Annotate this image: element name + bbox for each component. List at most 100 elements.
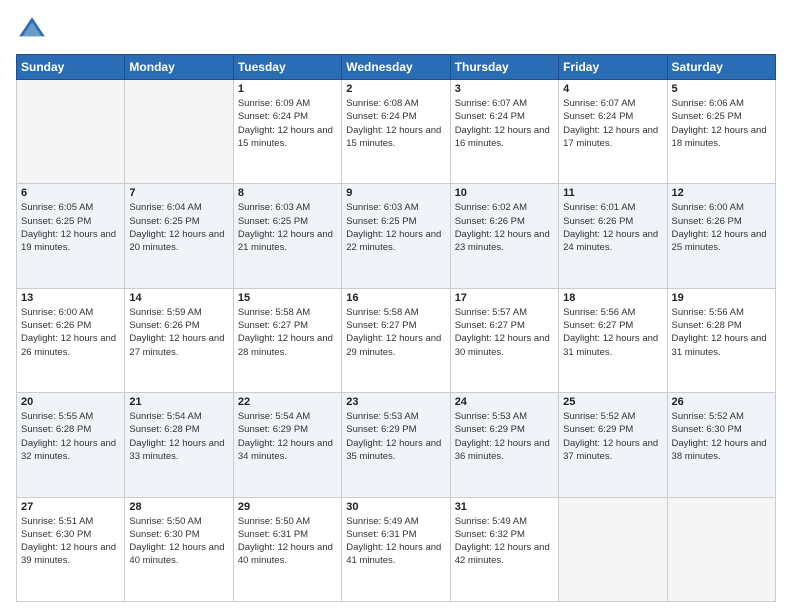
page: SundayMondayTuesdayWednesdayThursdayFrid… <box>0 0 792 612</box>
calendar-cell: 1 Sunrise: 6:09 AM Sunset: 6:24 PM Daylig… <box>233 80 341 184</box>
day-number: 20 <box>21 396 120 408</box>
day-number: 12 <box>672 187 771 199</box>
day-info: Sunrise: 5:50 AM Sunset: 6:30 PM Dayligh… <box>129 515 228 568</box>
calendar-cell: 6 Sunrise: 6:05 AM Sunset: 6:25 PM Daylig… <box>17 184 125 288</box>
day-number: 2 <box>346 83 445 95</box>
day-info: Sunrise: 5:54 AM Sunset: 6:29 PM Dayligh… <box>238 410 337 463</box>
calendar-cell: 2 Sunrise: 6:08 AM Sunset: 6:24 PM Daylig… <box>342 80 450 184</box>
day-info: Sunrise: 5:58 AM Sunset: 6:27 PM Dayligh… <box>346 306 445 359</box>
day-number: 8 <box>238 187 337 199</box>
header <box>16 10 776 46</box>
calendar-cell: 23Sunrise: 5:53 AM Sunset: 6:29 PM Dayli… <box>342 393 450 497</box>
day-info: Sunrise: 6:05 AM Sunset: 6:25 PM Dayligh… <box>21 201 120 254</box>
calendar-cell: 5 Sunrise: 6:06 AM Sunset: 6:25 PM Daylig… <box>667 80 775 184</box>
day-info: Sunrise: 5:52 AM Sunset: 6:30 PM Dayligh… <box>672 410 771 463</box>
day-number: 10 <box>455 187 554 199</box>
day-number: 21 <box>129 396 228 408</box>
calendar-week-4: 20 Sunrise: 5:55 AM Sunset: 6:28 PM Dayli… <box>17 393 776 497</box>
day-info: Sunrise: 6:00 AM Sunset: 6:26 PM Dayligh… <box>672 201 771 254</box>
day-info: Sunrise: 6:02 AM Sunset: 6:26 PM Dayligh… <box>455 201 554 254</box>
calendar-cell: 19 Sunrise: 5:56 AM Sunset: 6:28 PM Dayli… <box>667 288 775 392</box>
calendar-cell: 14 Sunrise: 5:59 AM Sunset: 6:26 PM Dayli… <box>125 288 233 392</box>
day-number: 23 <box>346 396 445 408</box>
day-number: 5 <box>672 83 771 95</box>
weekday-header-monday: Monday <box>125 55 233 80</box>
day-info: Sunrise: 5:56 AM Sunset: 6:27 PM Dayligh… <box>563 306 662 359</box>
calendar-week-3: 13 Sunrise: 6:00 AM Sunset: 6:26 PM Dayli… <box>17 288 776 392</box>
day-info: Sunrise: 5:55 AM Sunset: 6:28 PM Dayligh… <box>21 410 120 463</box>
calendar-cell: 25 Sunrise: 5:52 AM Sunset: 6:29 PM Dayli… <box>559 393 667 497</box>
calendar-cell: 3 Sunrise: 6:07 AM Sunset: 6:24 PM Daylig… <box>450 80 558 184</box>
day-info: Sunrise: 5:54 AM Sunset: 6:28 PM Dayligh… <box>129 410 228 463</box>
day-info: Sunrise: 5:51 AM Sunset: 6:30 PM Dayligh… <box>21 515 120 568</box>
calendar-week-2: 6 Sunrise: 6:05 AM Sunset: 6:25 PM Daylig… <box>17 184 776 288</box>
day-number: 27 <box>21 501 120 513</box>
day-number: 19 <box>672 292 771 304</box>
calendar-table: SundayMondayTuesdayWednesdayThursdayFrid… <box>16 54 776 602</box>
day-info: Sunrise: 6:07 AM Sunset: 6:24 PM Dayligh… <box>455 97 554 150</box>
day-number: 1 <box>238 83 337 95</box>
calendar-cell: 8 Sunrise: 6:03 AM Sunset: 6:25 PM Daylig… <box>233 184 341 288</box>
day-number: 24 <box>455 396 554 408</box>
day-info: Sunrise: 5:53 AM Sunset: 6:29 PM Dayligh… <box>455 410 554 463</box>
calendar-cell: 20 Sunrise: 5:55 AM Sunset: 6:28 PM Dayli… <box>17 393 125 497</box>
calendar-cell: 9 Sunrise: 6:03 AM Sunset: 6:25 PM Daylig… <box>342 184 450 288</box>
logo <box>16 14 52 46</box>
day-number: 11 <box>563 187 662 199</box>
day-number: 6 <box>21 187 120 199</box>
day-info: Sunrise: 6:03 AM Sunset: 6:25 PM Dayligh… <box>346 201 445 254</box>
day-number: 22 <box>238 396 337 408</box>
weekday-header-tuesday: Tuesday <box>233 55 341 80</box>
day-number: 30 <box>346 501 445 513</box>
day-info: Sunrise: 6:01 AM Sunset: 6:26 PM Dayligh… <box>563 201 662 254</box>
calendar-cell: 11 Sunrise: 6:01 AM Sunset: 6:26 PM Dayli… <box>559 184 667 288</box>
day-number: 29 <box>238 501 337 513</box>
calendar-week-1: 1 Sunrise: 6:09 AM Sunset: 6:24 PM Daylig… <box>17 80 776 184</box>
day-info: Sunrise: 6:00 AM Sunset: 6:26 PM Dayligh… <box>21 306 120 359</box>
day-info: Sunrise: 5:56 AM Sunset: 6:28 PM Dayligh… <box>672 306 771 359</box>
day-info: Sunrise: 5:57 AM Sunset: 6:27 PM Dayligh… <box>455 306 554 359</box>
day-number: 25 <box>563 396 662 408</box>
day-number: 17 <box>455 292 554 304</box>
calendar-cell: 26 Sunrise: 5:52 AM Sunset: 6:30 PM Dayli… <box>667 393 775 497</box>
day-number: 14 <box>129 292 228 304</box>
weekday-header-thursday: Thursday <box>450 55 558 80</box>
day-number: 15 <box>238 292 337 304</box>
day-number: 18 <box>563 292 662 304</box>
day-number: 7 <box>129 187 228 199</box>
logo-icon <box>16 14 48 46</box>
calendar-cell: 22 Sunrise: 5:54 AM Sunset: 6:29 PM Dayli… <box>233 393 341 497</box>
calendar-cell: 4Sunrise: 6:07 AM Sunset: 6:24 PM Daylig… <box>559 80 667 184</box>
day-number: 9 <box>346 187 445 199</box>
weekday-header-saturday: Saturday <box>667 55 775 80</box>
calendar-cell: 15 Sunrise: 5:58 AM Sunset: 6:27 PM Dayli… <box>233 288 341 392</box>
day-info: Sunrise: 5:50 AM Sunset: 6:31 PM Dayligh… <box>238 515 337 568</box>
day-info: Sunrise: 5:58 AM Sunset: 6:27 PM Dayligh… <box>238 306 337 359</box>
day-info: Sunrise: 6:07 AM Sunset: 6:24 PM Dayligh… <box>563 97 662 150</box>
day-info: Sunrise: 6:06 AM Sunset: 6:25 PM Dayligh… <box>672 97 771 150</box>
day-number: 13 <box>21 292 120 304</box>
calendar-cell: 24 Sunrise: 5:53 AM Sunset: 6:29 PM Dayli… <box>450 393 558 497</box>
day-info: Sunrise: 6:03 AM Sunset: 6:25 PM Dayligh… <box>238 201 337 254</box>
day-number: 3 <box>455 83 554 95</box>
calendar-cell: 10 Sunrise: 6:02 AM Sunset: 6:26 PM Dayli… <box>450 184 558 288</box>
calendar-cell: 18 Sunrise: 5:56 AM Sunset: 6:27 PM Dayli… <box>559 288 667 392</box>
calendar-cell: 29 Sunrise: 5:50 AM Sunset: 6:31 PM Dayli… <box>233 497 341 601</box>
day-info: Sunrise: 5:52 AM Sunset: 6:29 PM Dayligh… <box>563 410 662 463</box>
day-number: 31 <box>455 501 554 513</box>
calendar-cell: 7 Sunrise: 6:04 AM Sunset: 6:25 PM Daylig… <box>125 184 233 288</box>
day-number: 16 <box>346 292 445 304</box>
calendar-cell <box>667 497 775 601</box>
calendar-cell: 16 Sunrise: 5:58 AM Sunset: 6:27 PM Dayli… <box>342 288 450 392</box>
calendar-cell: 17 Sunrise: 5:57 AM Sunset: 6:27 PM Dayli… <box>450 288 558 392</box>
calendar-cell: 28Sunrise: 5:50 AM Sunset: 6:30 PM Dayli… <box>125 497 233 601</box>
calendar-cell <box>17 80 125 184</box>
day-info: Sunrise: 6:08 AM Sunset: 6:24 PM Dayligh… <box>346 97 445 150</box>
day-info: Sunrise: 5:59 AM Sunset: 6:26 PM Dayligh… <box>129 306 228 359</box>
calendar-cell: 13 Sunrise: 6:00 AM Sunset: 6:26 PM Dayli… <box>17 288 125 392</box>
day-number: 26 <box>672 396 771 408</box>
calendar-cell <box>125 80 233 184</box>
day-info: Sunrise: 6:04 AM Sunset: 6:25 PM Dayligh… <box>129 201 228 254</box>
day-info: Sunrise: 6:09 AM Sunset: 6:24 PM Dayligh… <box>238 97 337 150</box>
calendar-cell <box>559 497 667 601</box>
